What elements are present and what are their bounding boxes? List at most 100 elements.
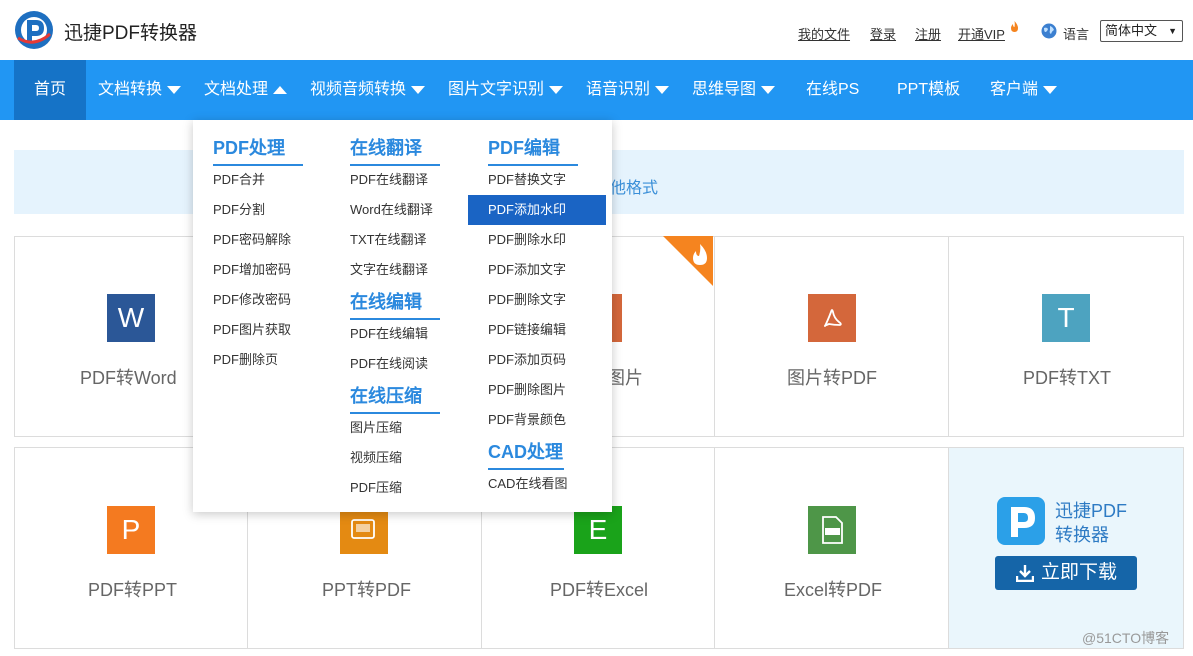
- download-app-name: 迅捷PDF 转换器: [1055, 499, 1127, 547]
- ppt-icon: P: [107, 506, 155, 554]
- watermark: @51CTO博客: [1082, 630, 1170, 646]
- nav-doc-convert-label: 文档转换: [98, 81, 163, 98]
- dropdown-item[interactable]: PDF替换文字: [488, 165, 566, 195]
- hot-badge-icon: [663, 236, 713, 286]
- nav-client-label: 客户端: [990, 81, 1039, 98]
- card-pdf-txt-label: PDF转TXT: [1023, 368, 1111, 388]
- language-select-value: 简体中文: [1105, 23, 1158, 38]
- dropdown-item[interactable]: PDF图片获取: [213, 315, 291, 345]
- download-card: [948, 447, 1184, 649]
- nav-online-ps[interactable]: 在线PS: [806, 60, 859, 120]
- caret-down-icon: [1043, 85, 1058, 94]
- globe-icon: [1041, 23, 1057, 39]
- dropdown-head-translate: 在线翻译: [350, 134, 440, 166]
- nav-speech[interactable]: 语音识别: [586, 60, 670, 120]
- dropdown-item[interactable]: PDF删除文字: [488, 285, 566, 315]
- banner-text: 他格式: [610, 180, 659, 197]
- dropdown-item[interactable]: PDF增加密码: [213, 255, 291, 285]
- main-nav: 首页 文档转换 文档处理 视频音频转换 图片文字识别 语音识别 思维导图 在线P…: [0, 60, 1193, 120]
- nav-image-ocr-label: 图片文字识别: [448, 81, 545, 98]
- download-app-name-line1: 迅捷PDF: [1055, 501, 1127, 521]
- txt-icon: T: [1042, 294, 1090, 342]
- dropdown-item[interactable]: PDF删除页: [213, 345, 278, 375]
- dropdown-item[interactable]: PDF分割: [213, 195, 265, 225]
- dropdown-item[interactable]: CAD在线看图: [488, 469, 567, 499]
- dropdown-item[interactable]: 视频压缩: [350, 443, 402, 473]
- nav-doc-process[interactable]: 文档处理: [204, 60, 288, 120]
- language-select[interactable]: 简体中文 ▼: [1100, 20, 1183, 42]
- dropdown-head-online-edit: 在线编辑: [350, 288, 440, 320]
- card-excel-pdf-label: Excel转PDF: [784, 580, 883, 600]
- pdf-icon: [808, 294, 856, 342]
- dropdown-item[interactable]: 文字在线翻译: [350, 255, 428, 285]
- dropdown-head-compress: 在线压缩: [350, 382, 440, 414]
- register-link[interactable]: 注册: [915, 24, 941, 43]
- dropdown-item[interactable]: PDF删除图片: [488, 375, 566, 405]
- card-pdf-ppt-label: PDF转PPT: [88, 580, 178, 600]
- nav-mindmap[interactable]: 思维导图: [692, 60, 776, 120]
- dropdown-item[interactable]: 图片压缩: [350, 413, 402, 443]
- ppt-pdf-icon: [340, 506, 388, 554]
- nav-video-audio-label: 视频音频转换: [310, 81, 407, 98]
- dropdown-item[interactable]: PDF删除水印: [488, 225, 566, 255]
- app-title: 迅捷PDF转换器: [64, 23, 198, 44]
- document-icon: [351, 519, 375, 539]
- nav-online-ps-label: 在线PS: [806, 81, 860, 98]
- card-image-pdf-label: 图片转PDF: [787, 368, 877, 388]
- nav-mindmap-label: 思维导图: [692, 81, 757, 98]
- dropdown-item-highlighted[interactable]: PDF添加水印: [468, 195, 606, 225]
- my-files-link[interactable]: 我的文件: [798, 24, 850, 43]
- caret-down-icon: [549, 85, 564, 94]
- flame-icon: [1011, 21, 1018, 32]
- nav-image-ocr[interactable]: 图片文字识别: [448, 60, 564, 120]
- caret-down-icon: [167, 85, 182, 94]
- nav-ppt-template-label: PPT模板: [897, 81, 961, 98]
- language-label: 语言: [1063, 27, 1090, 42]
- excel-pdf-icon: [808, 506, 856, 554]
- dropdown-item[interactable]: PDF密码解除: [213, 225, 291, 255]
- caret-down-icon: [655, 85, 670, 94]
- dropdown-item[interactable]: Word在线翻译: [350, 195, 433, 225]
- card-pdf-image-label: 图片: [607, 368, 643, 388]
- dropdown-item[interactable]: PDF合并: [213, 165, 265, 195]
- nav-home-label: 首页: [33, 81, 66, 98]
- header: 迅捷PDF转换器 我的文件 登录 注册 开通VIP 语言 简体中文 ▼: [0, 0, 1193, 60]
- nav-video-audio[interactable]: 视频音频转换: [310, 60, 426, 120]
- dropdown-head-pdf-process: PDF处理: [213, 134, 303, 166]
- app-logo-icon: [997, 497, 1045, 545]
- caret-down-icon: [411, 85, 426, 94]
- dropdown-item[interactable]: PDF在线翻译: [350, 165, 428, 195]
- app-logo-icon[interactable]: [14, 10, 54, 50]
- nav-home[interactable]: 首页: [14, 60, 86, 120]
- nav-doc-convert[interactable]: 文档转换: [98, 60, 182, 120]
- card-pdf-excel-label: PDF转Excel: [550, 580, 649, 600]
- caret-up-icon: [273, 85, 288, 94]
- vip-link[interactable]: 开通VIP: [958, 24, 1005, 43]
- nav-ppt-template[interactable]: PPT模板: [897, 60, 960, 120]
- nav-doc-process-label: 文档处理: [204, 81, 269, 98]
- login-link[interactable]: 登录: [870, 24, 896, 43]
- card-ppt-pdf-label: PPT转PDF: [322, 580, 412, 600]
- nav-client[interactable]: 客户端: [990, 60, 1058, 120]
- acrobat-icon: [823, 309, 842, 327]
- card-pdf-word-label: PDF转Word: [80, 368, 177, 388]
- dropdown-item[interactable]: PDF压缩: [350, 473, 402, 503]
- nav-speech-label: 语音识别: [586, 81, 651, 98]
- dropdown-item[interactable]: PDF添加页码: [488, 345, 566, 375]
- dropdown-item[interactable]: PDF链接编辑: [488, 315, 566, 345]
- dropdown-item[interactable]: PDF在线编辑: [350, 319, 428, 349]
- download-icon: [1016, 565, 1034, 582]
- dropdown-item[interactable]: PDF在线阅读: [350, 349, 428, 379]
- word-icon: W: [107, 294, 155, 342]
- caret-down-icon: [761, 85, 776, 94]
- file-pdf-icon: [822, 516, 843, 544]
- dropdown-item[interactable]: TXT在线翻译: [350, 225, 427, 255]
- chevron-down-icon: ▼: [1168, 26, 1177, 36]
- excel-icon: E: [574, 506, 622, 554]
- dropdown-item[interactable]: PDF背景颜色: [488, 405, 566, 435]
- download-app-name-line2: 转换器: [1055, 525, 1109, 545]
- dropdown-item[interactable]: PDF修改密码: [213, 285, 291, 315]
- dropdown-head-pdf-edit: PDF编辑: [488, 134, 578, 166]
- dropdown-item[interactable]: PDF添加文字: [488, 255, 566, 285]
- dropdown-head-cad: CAD处理: [488, 438, 564, 470]
